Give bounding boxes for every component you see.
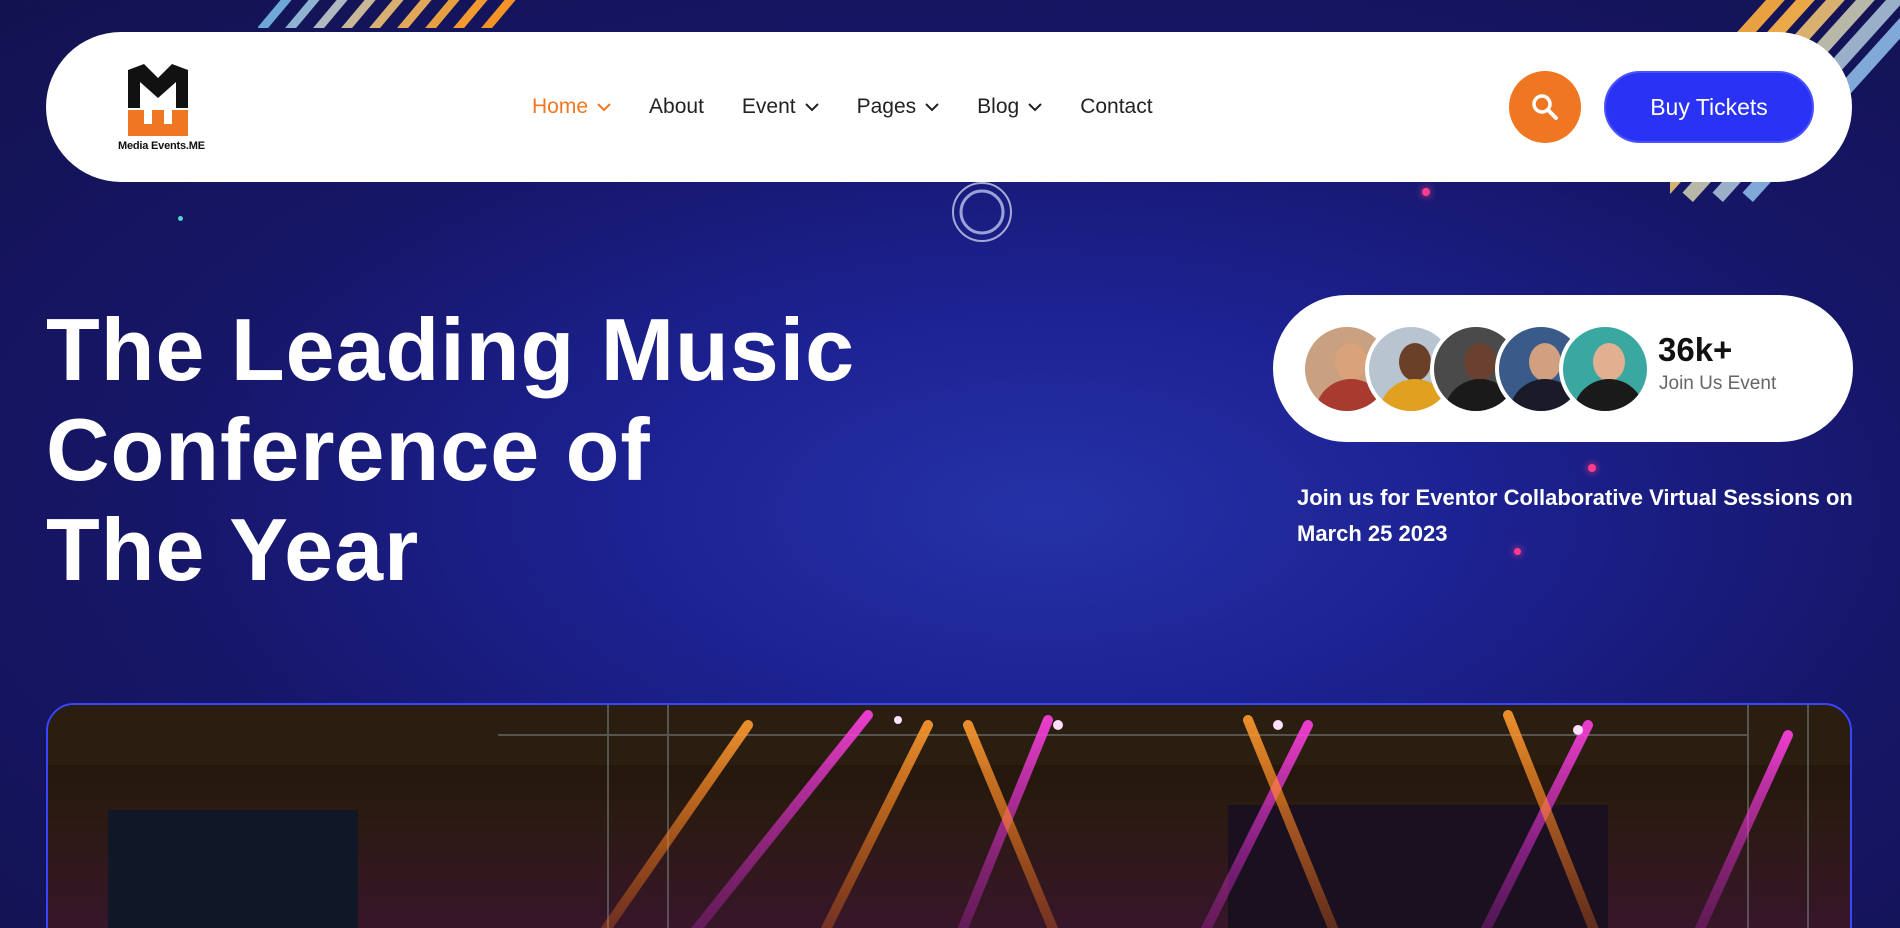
site-header: Media Events.ME Home About Event Pages B… [46, 32, 1852, 182]
decorative-dot [1422, 188, 1430, 196]
nav-item-label: Home [532, 95, 589, 118]
nav-item-label: Blog [977, 95, 1020, 118]
nav-item-home[interactable]: Home [532, 95, 611, 119]
decorative-stripes-top [258, 0, 528, 28]
concert-stage-illustration [48, 705, 1850, 928]
nav-item-event[interactable]: Event [742, 95, 819, 119]
hero-title-line: Conference of [46, 400, 651, 499]
hero-title: The Leading Music Conference of The Year [46, 300, 946, 600]
chevron-down-icon [925, 103, 939, 112]
join-us-card: 36k+ Join Us Event [1273, 295, 1853, 442]
nav-item-pages[interactable]: Pages [857, 95, 940, 119]
chevron-down-icon [597, 103, 611, 112]
nav-item-label: Pages [856, 95, 917, 118]
nav-item-contact[interactable]: Contact [1080, 95, 1152, 119]
nav-item-label: Event [741, 95, 796, 118]
logo-mark-icon [128, 64, 188, 136]
concert-stage-image [46, 703, 1852, 928]
main-nav: Home About Event Pages Blog Contact [532, 32, 1153, 182]
join-count: 36k+ [1658, 331, 1733, 368]
search-icon [1532, 94, 1558, 120]
hero-title-line: The Year [46, 500, 420, 599]
sessions-text: Join us for Eventor Collaborative Virtua… [1297, 485, 1853, 546]
nav-item-label: Contact [1080, 95, 1153, 118]
decorative-dot [178, 216, 183, 221]
buy-tickets-button[interactable]: Buy Tickets [1604, 71, 1814, 143]
join-label: Join Us Event [1659, 373, 1777, 394]
logo-text: Media Events.ME [118, 140, 205, 152]
nav-item-blog[interactable]: Blog [977, 95, 1042, 119]
chevron-down-icon [804, 103, 819, 112]
loading-spinner-icon [952, 182, 1012, 242]
logo[interactable]: Media Events.ME [118, 64, 208, 154]
decorative-dot [1588, 464, 1596, 472]
search-button[interactable] [1509, 71, 1581, 143]
hero-title-line: The Leading Music [46, 300, 856, 399]
avatar [1559, 323, 1651, 415]
chevron-down-icon [1028, 103, 1042, 112]
nav-item-label: About [649, 95, 704, 118]
nav-item-about[interactable]: About [649, 95, 704, 119]
